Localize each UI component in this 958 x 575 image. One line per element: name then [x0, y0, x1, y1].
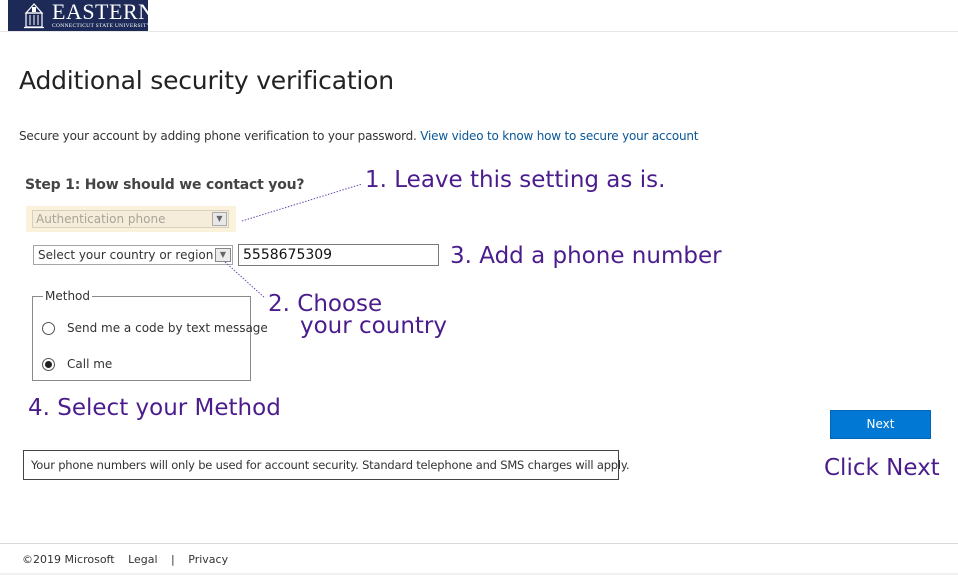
intro-text: Secure your account by adding phone veri… [19, 129, 699, 143]
annotation-step-4: 4. Select your Method [28, 395, 281, 421]
logo-name: EASTERN [52, 0, 155, 24]
logo-subtitle: CONNECTICUT STATE UNIVERSITY [52, 23, 151, 29]
auth-method-highlight: Authentication phone ▼ [26, 206, 236, 232]
university-logo: EASTERN CONNECTICUT STATE UNIVERSITY [8, 0, 154, 31]
chevron-down-icon: ▼ [212, 212, 227, 226]
country-select-value: Select your country or region [38, 248, 214, 262]
method-option-call[interactable]: Call me [42, 357, 112, 373]
auth-method-select[interactable]: Authentication phone ▼ [32, 210, 229, 228]
chevron-down-icon: ▼ [215, 248, 231, 262]
legal-link[interactable]: Legal [128, 553, 157, 566]
annotation-step-1: 1. Leave this setting as is. [365, 167, 666, 193]
annotation-step-2-line-2: your country [300, 313, 447, 339]
phone-usage-note: Your phone numbers will only be used for… [23, 450, 630, 480]
footer-separator: | [171, 553, 175, 566]
annotation-line-2 [224, 261, 266, 299]
header-divider [0, 31, 958, 32]
method-option-label: Send me a code by text message [67, 321, 268, 335]
building-icon [24, 3, 44, 29]
annotation-click-next: Click Next [824, 455, 940, 481]
footer: ©2019 Microsoft Legal | Privacy [22, 553, 238, 566]
method-option-text[interactable]: Send me a code by text message [42, 321, 268, 337]
method-option-label: Call me [67, 357, 113, 371]
annotation-step-3: 3. Add a phone number [450, 243, 722, 269]
next-button[interactable]: Next [830, 410, 931, 439]
step-title: Step 1: How should we contact you? [25, 177, 305, 193]
intro-description: Secure your account by adding phone veri… [19, 129, 417, 143]
copyright-text: ©2019 Microsoft [22, 553, 115, 566]
method-legend: Method [43, 289, 93, 303]
privacy-link[interactable]: Privacy [188, 553, 228, 566]
auth-method-value: Authentication phone [36, 212, 166, 226]
phone-number-input[interactable] [238, 244, 439, 266]
country-select[interactable]: Select your country or region ▼ [33, 245, 233, 265]
method-group: Method Send me a code by text message Ca… [32, 289, 268, 381]
footer-divider [0, 543, 958, 544]
radio-selected-icon[interactable] [42, 358, 55, 371]
view-video-link[interactable]: View video to know how to secure your ac… [420, 129, 698, 143]
page-title: Additional security verification [19, 66, 394, 95]
radio-icon[interactable] [42, 322, 55, 335]
